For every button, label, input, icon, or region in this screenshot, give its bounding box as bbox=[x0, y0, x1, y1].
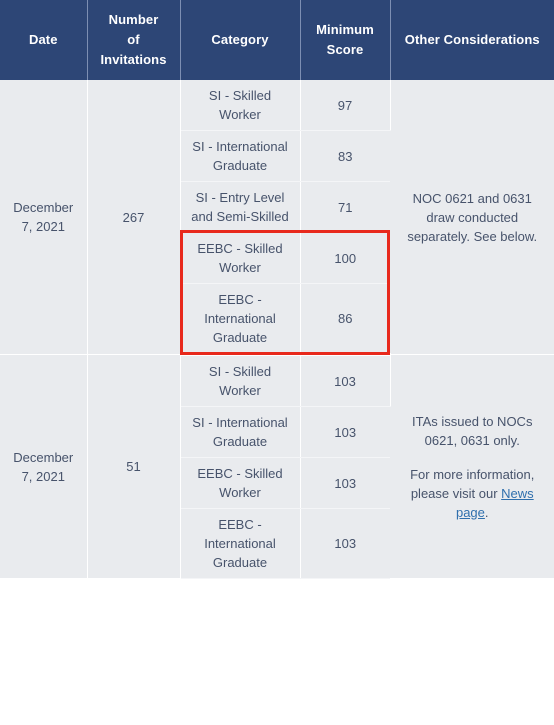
column-header-score-line2: Score bbox=[326, 42, 364, 57]
column-header-number-line3: Invitations bbox=[100, 52, 167, 67]
cell-minimum-score: 97 bbox=[300, 80, 391, 131]
cell-category: EEBC - Skilled Worker bbox=[180, 457, 301, 509]
other-considerations-text-after-link: . bbox=[484, 504, 489, 520]
cell-minimum-score: 83 bbox=[300, 130, 390, 182]
cell-minimum-score: 103 bbox=[300, 406, 390, 458]
draw-results-table: Date Number of Invitations Category Mini… bbox=[0, 0, 554, 579]
cell-category: SI - Skilled Worker bbox=[180, 354, 301, 407]
cell-category: SI - Entry Level and Semi-Skilled bbox=[180, 181, 301, 233]
cell-category: EEBC - International Graduate bbox=[180, 508, 301, 579]
cell-category: SI - Skilled Worker bbox=[180, 80, 301, 131]
table-header: Date Number of Invitations Category Mini… bbox=[0, 0, 554, 80]
column-header-number-line1: Number bbox=[108, 12, 159, 27]
column-header-minimum-score[interactable]: Minimum Score bbox=[300, 0, 391, 80]
cell-date: December 7, 2021 bbox=[0, 354, 88, 579]
column-header-other-considerations[interactable]: Other Considerations bbox=[390, 0, 554, 80]
cell-category: SI - International Graduate bbox=[180, 406, 301, 458]
cell-other-considerations: ITAs issued to NOCs 0621, 0631 only. For… bbox=[390, 354, 554, 579]
date-line1: December bbox=[13, 200, 74, 215]
cell-other-considerations: NOC 0621 and 0631 draw conducted separat… bbox=[390, 80, 554, 355]
cell-minimum-score: 71 bbox=[300, 181, 390, 233]
cell-minimum-score: 103 bbox=[300, 354, 391, 407]
cell-number-of-invitations: 267 bbox=[87, 80, 181, 355]
cell-category: SI - International Graduate bbox=[180, 130, 301, 182]
other-considerations-paragraph: ITAs issued to NOCs 0621, 0631 only. bbox=[412, 413, 533, 448]
column-header-category[interactable]: Category bbox=[180, 0, 301, 80]
column-header-number-of-invitations[interactable]: Number of Invitations bbox=[87, 0, 181, 80]
cell-category: EEBC - International Graduate bbox=[180, 283, 301, 356]
date-line2: 7, 2021 bbox=[21, 468, 65, 484]
column-header-date[interactable]: Date bbox=[0, 0, 88, 80]
cell-minimum-score: 100 bbox=[300, 232, 390, 284]
cell-category: EEBC - Skilled Worker bbox=[180, 232, 301, 284]
cell-number-of-invitations: 51 bbox=[87, 354, 181, 579]
cell-minimum-score: 103 bbox=[300, 508, 390, 579]
cell-minimum-score: 86 bbox=[300, 283, 390, 356]
table-row: December 7, 2021 51 SI - Skilled Worker … bbox=[0, 354, 554, 579]
table-header-row: Date Number of Invitations Category Mini… bbox=[0, 0, 554, 80]
table-row: December 7, 2021 267 SI - Skilled Worker… bbox=[0, 80, 554, 355]
table-body: December 7, 2021 267 SI - Skilled Worker… bbox=[0, 80, 554, 579]
date-line1: December bbox=[13, 449, 74, 465]
other-considerations-paragraph-with-link: For more information, please visit our N… bbox=[399, 465, 547, 522]
column-header-score-line1: Minimum bbox=[316, 22, 374, 37]
cell-minimum-score: 103 bbox=[300, 457, 390, 509]
date-line2: 7, 2021 bbox=[21, 219, 65, 234]
column-header-number-line2: of bbox=[127, 32, 140, 47]
cell-date: December 7, 2021 bbox=[0, 80, 88, 355]
other-considerations-paragraph: NOC 0621 and 0631 draw conducted separat… bbox=[407, 190, 538, 244]
